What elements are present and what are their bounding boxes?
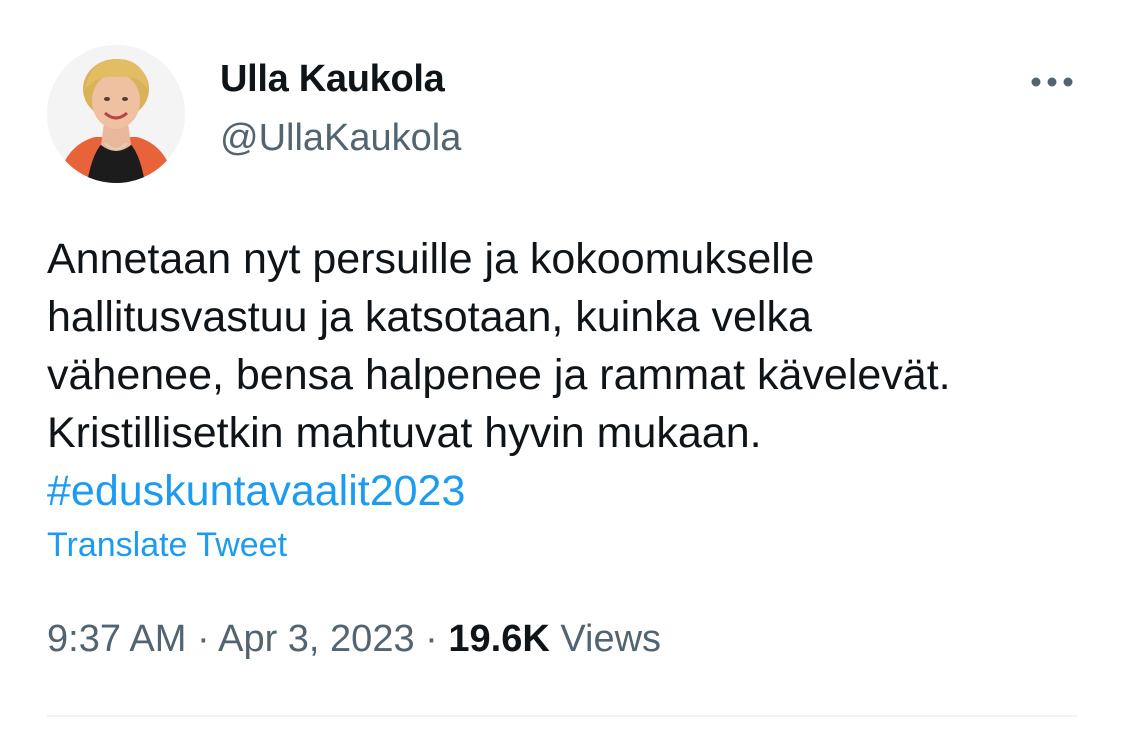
tweet-text-line: hallitusvastuu ja katsotaan, kuinka velk… bbox=[47, 293, 812, 341]
meta-separator: · bbox=[196, 618, 210, 660]
tweet-text-line: vähenee, bensa halpenee ja rammat kävele… bbox=[47, 351, 951, 399]
tweet: Ulla Kaukola @UllaKaukola Annetaan nyt p… bbox=[0, 0, 1125, 738]
hashtag-link[interactable]: #eduskuntavaalit2023 bbox=[47, 467, 465, 515]
tweet-text-line: Annetaan nyt persuille ja kokoomukselle bbox=[47, 235, 815, 283]
more-options-button[interactable] bbox=[1024, 62, 1080, 102]
meta-separator: · bbox=[425, 618, 438, 660]
views-label: Views bbox=[560, 618, 662, 660]
tweet-text-line: Kristillisetkin mahtuvat hyvin mukaan. bbox=[47, 409, 762, 457]
divider bbox=[47, 715, 1077, 717]
tweet-metadata: 9:37 AM · Apr 3, 2023 · 19.6K Views bbox=[47, 618, 661, 661]
translate-tweet-link[interactable]: Translate Tweet bbox=[47, 526, 287, 565]
avatar[interactable] bbox=[47, 45, 185, 183]
tweet-date[interactable]: Apr 3, 2023 bbox=[218, 618, 414, 660]
profile-photo-icon bbox=[47, 45, 185, 183]
display-name[interactable]: Ulla Kaukola bbox=[220, 58, 445, 101]
more-horizontal-icon bbox=[1031, 77, 1073, 87]
views-count[interactable]: 19.6K bbox=[448, 618, 549, 660]
user-handle[interactable]: @UllaKaukola bbox=[220, 117, 461, 160]
tweet-time[interactable]: 9:37 AM bbox=[47, 618, 186, 660]
tweet-text: Annetaan nyt persuille ja kokoomukselle … bbox=[47, 230, 1097, 520]
